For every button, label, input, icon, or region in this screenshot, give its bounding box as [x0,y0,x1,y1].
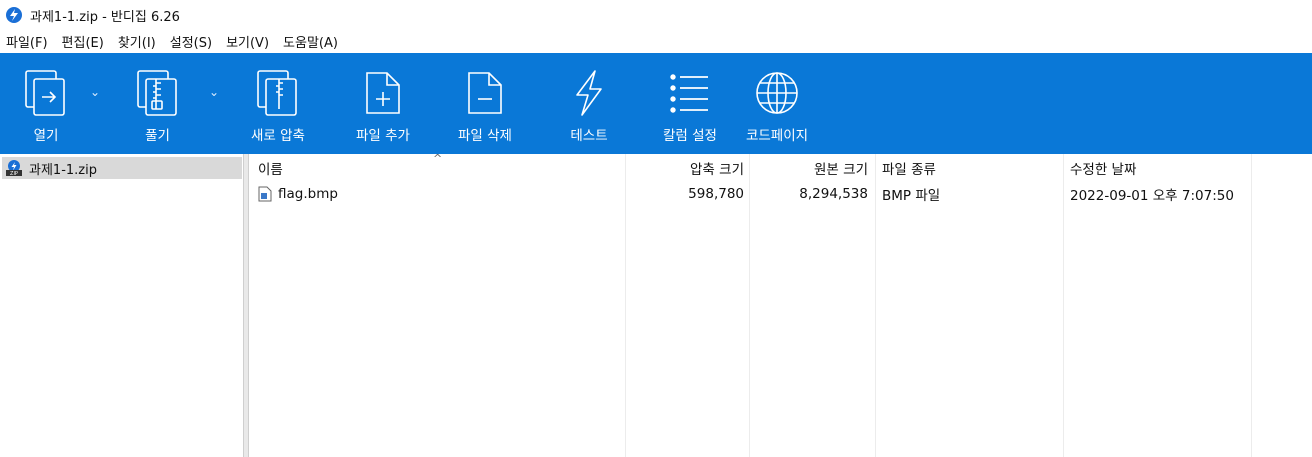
list-columns-icon [668,69,712,117]
add-file-label: 파일 추가 [356,128,410,144]
tree-item-label: 과제1-1.zip [29,162,97,178]
lightning-icon [571,69,607,117]
svg-text:ZIP: ZIP [10,171,18,176]
bitmap-file-icon [258,186,272,202]
file-name-cell: flag.bmp [258,182,618,206]
menu-bar: 파일(F) 편집(E) 찾기(I) 설정(S) 보기(V) 도움말(A) [0,30,1312,53]
menu-help[interactable]: 도움말(A) [283,32,338,51]
compressed-size-cell: 598,780 [688,186,744,202]
file-type-cell: BMP 파일 [882,188,941,204]
add-file-icon [363,69,403,117]
open-archive-icon [24,69,68,117]
menu-file[interactable]: 파일(F) [6,32,48,51]
column-settings-label: 칼럼 설정 [663,128,717,144]
column-header-modified-date[interactable]: 수정한 날짜 [1070,154,1250,182]
extract-button[interactable]: 풀기 ⌄ [92,53,223,154]
delete-file-label: 파일 삭제 [458,128,512,144]
codepage-button[interactable]: 코드페이지 [739,53,815,154]
codepage-label: 코드페이지 [745,128,809,144]
delete-file-icon [465,69,505,117]
column-header-compressed-size[interactable]: 압축 크기 [625,154,744,182]
zip-archive-icon: ZIP [6,160,22,176]
modified-date-cell: 2022-09-01 오후 7:07:50 [1070,188,1234,204]
menu-edit[interactable]: 편집(E) [62,32,104,51]
test-label: 테스트 [570,128,608,144]
column-header-original-size[interactable]: 원본 크기 [749,154,868,182]
original-size-cell: 8,294,538 [799,186,868,202]
test-button[interactable]: 테스트 [537,53,641,154]
title-bar: 과제1-1.zip - 반디집 6.26 [0,0,1312,30]
new-archive-button[interactable]: 새로 압축 [223,53,333,154]
menu-find[interactable]: 찾기(I) [118,32,156,51]
folder-tree: ZIP 과제1-1.zip [0,154,243,457]
table-row[interactable]: flag.bmp 598,780 8,294,538 BMP 파일 2022-0… [249,182,1312,206]
file-name: flag.bmp [278,186,338,202]
open-button[interactable]: 열기 ⌄ [0,53,100,154]
window-title: 과제1-1.zip - 반디집 6.26 [30,9,180,25]
extract-zip-icon [136,69,180,117]
column-header-file-type[interactable]: 파일 종류 [882,154,1062,182]
new-archive-icon [256,69,300,117]
column-settings-button[interactable]: 칼럼 설정 [641,53,739,154]
bandizip-app-icon [6,7,22,23]
toolbar: 열기 ⌄ 풀기 ⌄ 새로 압축 파일 추가 파일 삭제 테스트 칼럼 설정 코드… [0,53,1312,154]
menu-settings[interactable]: 설정(S) [170,32,212,51]
tree-item-archive[interactable]: ZIP 과제1-1.zip [2,157,242,179]
extract-label: 풀기 [145,128,170,144]
file-list: ^ 이름 압축 크기 원본 크기 파일 종류 수정한 날짜 flag.bmp 5… [249,152,1312,457]
column-header-name[interactable]: 이름 [258,154,618,182]
open-label: 열기 [33,128,59,144]
globe-icon [754,69,800,117]
extract-dropdown-chevron-icon[interactable]: ⌄ [209,85,219,99]
add-file-button[interactable]: 파일 추가 [333,53,433,154]
delete-file-button[interactable]: 파일 삭제 [433,53,537,154]
new-archive-label: 새로 압축 [251,128,305,144]
menu-view[interactable]: 보기(V) [226,32,269,51]
